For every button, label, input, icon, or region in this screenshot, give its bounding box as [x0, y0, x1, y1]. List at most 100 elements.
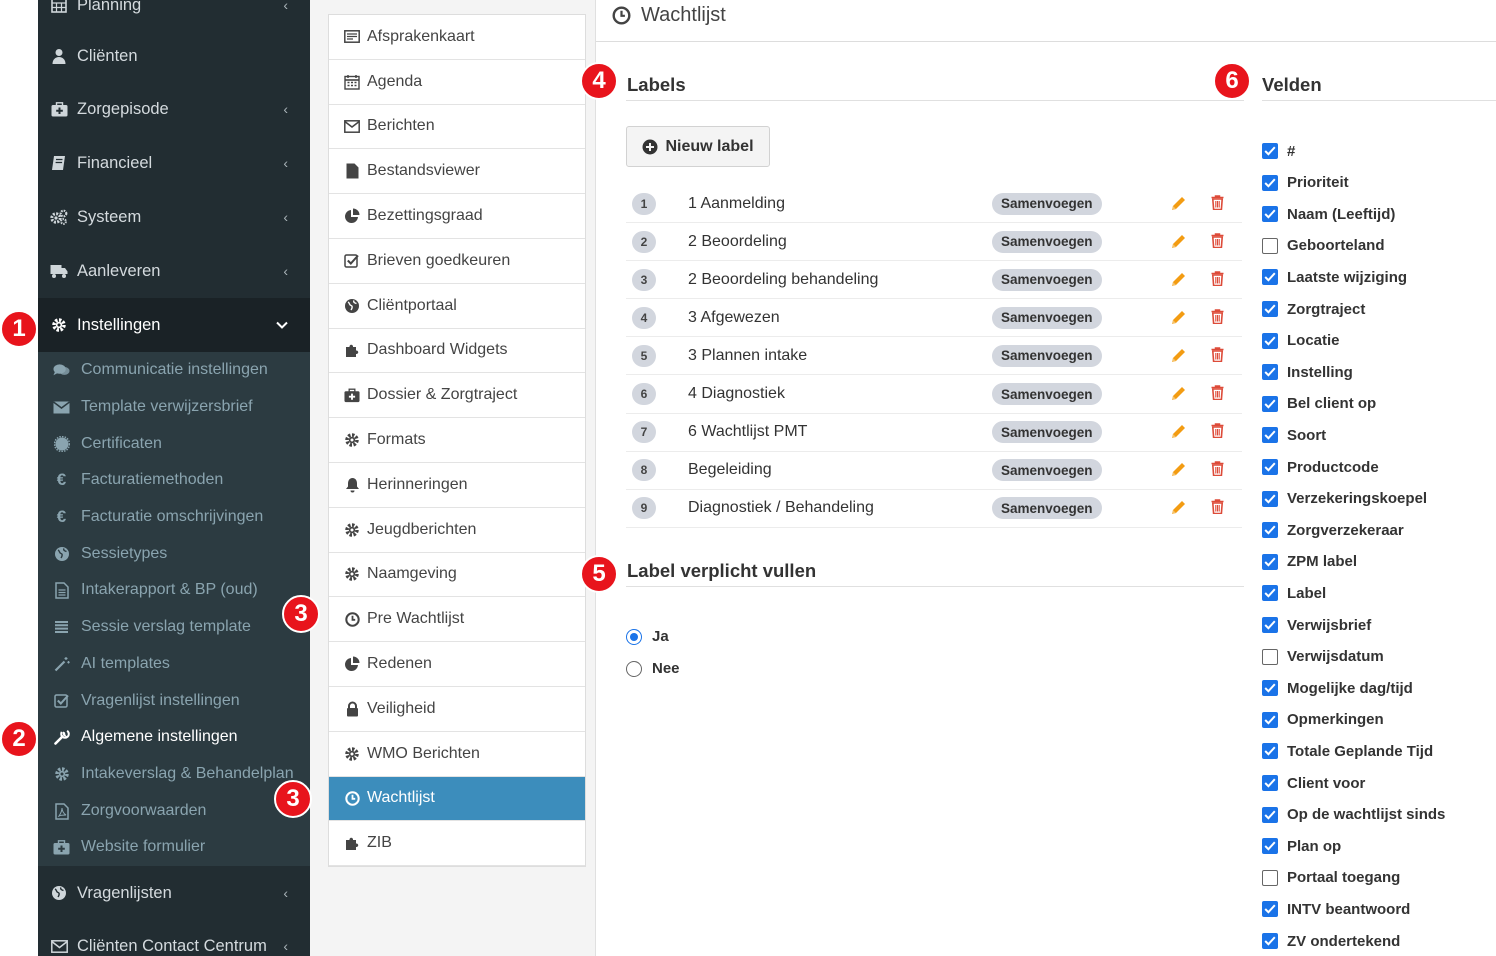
field-checkbox-item[interactable]: Verzekeringskoepel	[1262, 489, 1427, 509]
pencil-icon[interactable]	[1170, 309, 1188, 327]
checkbox[interactable]	[1262, 490, 1278, 507]
field-checkbox-item[interactable]: Verwijsdatum	[1262, 647, 1384, 667]
menu-item[interactable]: Agenda	[329, 60, 585, 105]
merge-badge[interactable]: Samenvoegen	[992, 344, 1102, 367]
trash-icon[interactable]	[1211, 232, 1227, 251]
checkbox[interactable]	[1262, 301, 1278, 317]
field-checkbox-item[interactable]: Mogelijke dag/tijd	[1262, 678, 1413, 698]
checkbox[interactable]	[1262, 901, 1278, 918]
new-label-button[interactable]: Nieuw label	[626, 126, 770, 167]
merge-badge[interactable]: Samenvoegen	[992, 230, 1102, 253]
checkbox[interactable]	[1262, 174, 1278, 191]
checkbox[interactable]	[1262, 806, 1278, 823]
field-checkbox-item[interactable]: ZV ondertekend	[1262, 931, 1400, 951]
menu-item[interactable]: Brieven goedkeuren	[329, 239, 585, 284]
field-checkbox-item[interactable]: Plan op	[1262, 836, 1341, 856]
sub-item-ai-templates[interactable]: AI templates	[38, 646, 310, 682]
merge-badge[interactable]: Samenvoegen	[992, 497, 1102, 520]
pencil-icon[interactable]	[1170, 385, 1188, 403]
field-checkbox-item[interactable]: Bel client op	[1262, 394, 1376, 414]
menu-item[interactable]: Veiligheid	[329, 687, 585, 732]
field-checkbox-item[interactable]: Prioriteit	[1262, 173, 1349, 193]
checkbox[interactable]	[1262, 364, 1278, 381]
sub-item-sessie-verslag-template[interactable]: Sessie verslag template	[38, 609, 310, 645]
field-checkbox-item[interactable]: #	[1262, 141, 1295, 161]
sub-item-sessietypes[interactable]: Sessietypes	[38, 536, 310, 572]
sidebar-item-systeem[interactable]: Systeem ‹	[38, 190, 310, 244]
pencil-icon[interactable]	[1170, 347, 1188, 365]
field-checkbox-item[interactable]: Label	[1262, 583, 1326, 603]
field-checkbox-item[interactable]: Totale Geplande Tijd	[1262, 741, 1433, 761]
field-checkbox-item[interactable]: Op de wachtlijst sinds	[1262, 805, 1445, 825]
merge-badge[interactable]: Samenvoegen	[992, 459, 1102, 482]
trash-icon[interactable]	[1211, 461, 1227, 479]
trash-icon[interactable]	[1211, 385, 1227, 403]
field-checkbox-item[interactable]: ZPM label	[1262, 552, 1357, 572]
radio-nee[interactable]: Nee	[626, 660, 680, 677]
merge-badge[interactable]: Samenvoegen	[992, 192, 1102, 215]
checkbox[interactable]	[1262, 743, 1278, 760]
menu-item[interactable]: Wachtlijst	[329, 776, 585, 822]
menu-item[interactable]: ZIB	[329, 821, 585, 867]
menu-item[interactable]: Berichten	[329, 105, 585, 150]
field-checkbox-item[interactable]: Portaal toegang	[1262, 868, 1400, 888]
menu-item[interactable]: Bezettingsgraad	[329, 194, 585, 239]
checkbox[interactable]	[1262, 617, 1278, 633]
pencil-icon[interactable]	[1170, 461, 1188, 479]
sub-item-website-formulier[interactable]: Website formulier	[38, 829, 310, 865]
checkbox[interactable]	[1262, 775, 1278, 791]
sidebar-item-zorgepisode[interactable]: Zorgepisode ‹	[38, 82, 310, 136]
checkbox[interactable]	[1262, 680, 1278, 697]
checkbox[interactable]	[1262, 838, 1278, 855]
checkbox[interactable]	[1262, 711, 1278, 728]
field-checkbox-item[interactable]: Laatste wijziging	[1262, 267, 1407, 287]
menu-item[interactable]: Pre Wachtlijst	[329, 597, 585, 643]
menu-item[interactable]: Redenen	[329, 642, 585, 687]
radio-button-selected[interactable]	[626, 628, 642, 645]
field-checkbox-item[interactable]: Verwijsbrief	[1262, 615, 1371, 635]
merge-badge[interactable]: Samenvoegen	[992, 268, 1102, 291]
menu-item[interactable]: Jeugdberichten	[329, 508, 585, 553]
checkbox[interactable]	[1262, 522, 1278, 539]
menu-item[interactable]: Dashboard Widgets	[329, 329, 585, 374]
field-checkbox-item[interactable]: Productcode	[1262, 457, 1379, 477]
pencil-icon[interactable]	[1170, 233, 1188, 251]
menu-item[interactable]: Cliëntportaal	[329, 284, 585, 329]
menu-item[interactable]: Herinneringen	[329, 463, 585, 508]
field-checkbox-item[interactable]: Zorgverzekeraar	[1262, 520, 1404, 540]
menu-item[interactable]: WMO Berichten	[329, 732, 585, 777]
sub-item-facturatiemethoden[interactable]: € Facturatiemethoden	[38, 462, 310, 498]
sidebar-item-clienten[interactable]: Cliënten	[38, 29, 310, 83]
sub-item-vragenlijst-instellingen[interactable]: Vragenlijst instellingen	[38, 683, 310, 719]
checkbox[interactable]	[1262, 933, 1278, 949]
trash-icon[interactable]	[1211, 499, 1227, 517]
sub-item-algemene-instellingen[interactable]: Algemene instellingen	[38, 719, 310, 755]
sub-item-facturatie-omschrijvingen[interactable]: € Facturatie omschrijvingen	[38, 499, 310, 535]
checkbox[interactable]	[1262, 395, 1278, 412]
pencil-icon[interactable]	[1170, 499, 1188, 517]
field-checkbox-item[interactable]: Naam (Leeftijd)	[1262, 204, 1395, 224]
checkbox[interactable]	[1262, 237, 1278, 254]
trash-icon[interactable]	[1211, 423, 1227, 441]
checkbox[interactable]	[1262, 269, 1278, 286]
checkbox[interactable]	[1262, 143, 1278, 159]
pencil-icon[interactable]	[1170, 423, 1188, 441]
checkbox[interactable]	[1262, 459, 1278, 475]
field-checkbox-item[interactable]: INTV beantwoord	[1262, 899, 1410, 919]
field-checkbox-item[interactable]: Geboorteland	[1262, 236, 1385, 256]
merge-badge[interactable]: Samenvoegen	[992, 383, 1102, 405]
sidebar-item-planning[interactable]: Planning ‹	[38, 0, 310, 32]
field-checkbox-item[interactable]: Soort	[1262, 425, 1326, 445]
checkbox[interactable]	[1262, 427, 1278, 444]
menu-item[interactable]: Afsprakenkaart	[329, 15, 585, 60]
sub-item-communicatie-instellingen[interactable]: Communicatie instellingen	[38, 352, 310, 388]
checkbox[interactable]	[1262, 553, 1278, 570]
checkbox[interactable]	[1262, 332, 1278, 349]
sub-item-template-verwijzersbrief[interactable]: Template verwijzersbrief	[38, 389, 310, 425]
sidebar-item-instellingen[interactable]: Instellingen	[38, 298, 310, 352]
trash-icon[interactable]	[1211, 270, 1227, 289]
sub-item-certificaten[interactable]: Certificaten	[38, 426, 310, 462]
trash-icon[interactable]	[1211, 309, 1227, 327]
pencil-icon[interactable]	[1170, 195, 1188, 213]
sidebar-item-financieel[interactable]: Financieel ‹	[38, 136, 310, 190]
